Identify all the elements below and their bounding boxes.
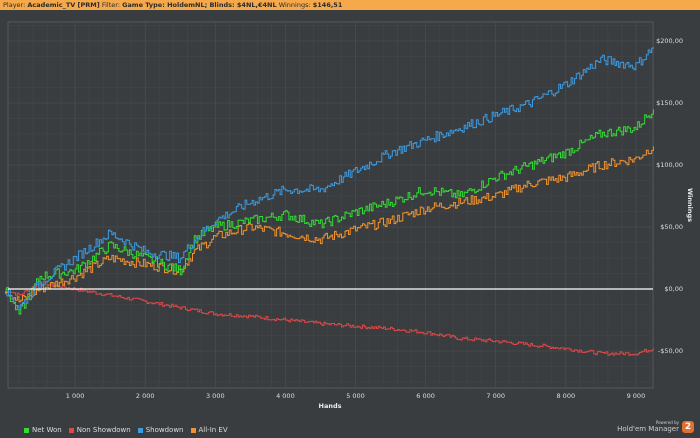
legend-swatch <box>137 427 143 433</box>
player-name: Academic_TV [PRM] <box>27 1 100 9</box>
legend-label: Net Won <box>32 426 62 434</box>
filter-label: Filter: <box>101 1 120 9</box>
x-tick-label: 7 000 <box>486 392 505 400</box>
x-tick-label: 3 000 <box>206 392 225 400</box>
hm2-logo-icon: 2 <box>682 420 694 433</box>
x-tick-label: 9 000 <box>627 392 646 400</box>
x-tick-label: 4 000 <box>276 392 295 400</box>
y-tick-label: $200,00 <box>656 37 683 45</box>
brand-name: Hold'em Manager <box>617 425 679 433</box>
winnings-chart: 1 000 2 000 3 000 4 000 5 000 6 000 7 000 8 000… <box>5 21 694 410</box>
y-tick-label: -$50,00 <box>658 347 683 355</box>
winnings-label: Winnings: <box>278 1 311 9</box>
y-tick-label: $0,00 <box>664 285 683 293</box>
legend-item[interactable]: Non Showdown <box>68 426 131 434</box>
legend-item[interactable]: All-In EV <box>190 426 228 434</box>
y-axis-label: Winnings <box>686 188 694 222</box>
y-tick-label: $150,00 <box>656 99 683 107</box>
legend-item[interactable]: Showdown <box>137 426 184 434</box>
x-tick-label: 5 000 <box>346 392 365 400</box>
x-tick-label: 1 000 <box>66 392 85 400</box>
legend-swatch <box>24 427 29 433</box>
x-tick-label: 2 000 <box>136 392 155 400</box>
x-tick-label: 8 000 <box>556 392 575 400</box>
header-bar: Player: Academic_TV [PRM] Filter: Game T… <box>0 0 700 10</box>
legend-label: Showdown <box>145 426 184 434</box>
legend: Net Won Non Showdown Showdown All-In EV <box>24 426 231 434</box>
plot-area <box>7 21 654 389</box>
y-tick-label: $50,00 <box>660 223 683 231</box>
x-tick-label: 6 000 <box>416 392 435 400</box>
x-axis-label: Hands <box>319 402 342 410</box>
branding: Powered by Hold'em Manager 2 <box>617 420 694 433</box>
legend-label: Non Showdown <box>76 426 131 434</box>
filter-value: Game Type: HoldemNL; Blinds: $4NL,€4NL <box>122 1 277 9</box>
winnings-value: $146,51 <box>312 1 343 9</box>
y-tick-label: $100,00 <box>656 161 683 169</box>
player-label: Player: <box>3 1 26 9</box>
legend-swatch <box>190 427 196 433</box>
legend-item[interactable]: Net Won <box>24 426 62 434</box>
legend-swatch <box>68 427 74 433</box>
legend-label: All-In EV <box>198 426 228 434</box>
